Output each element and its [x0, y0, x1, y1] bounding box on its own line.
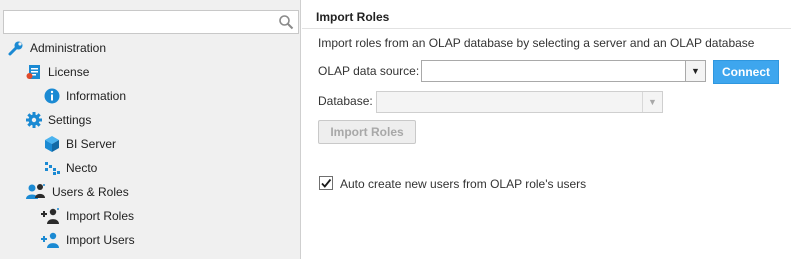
gear-icon: [25, 111, 43, 129]
import-roles-panel: Import Roles Import roles from an OLAP d…: [302, 0, 791, 259]
connect-button[interactable]: Connect: [713, 60, 779, 84]
olap-source-value[interactable]: [422, 61, 683, 81]
page-description: Import roles from an OLAP database by se…: [318, 36, 755, 50]
page-title: Import Roles: [316, 10, 390, 24]
nav-item-label: License: [48, 65, 90, 79]
auto-create-checkbox[interactable]: [319, 176, 333, 190]
import-roles-icon: [41, 207, 61, 225]
nav-item-bi-server[interactable]: BI Server: [43, 132, 116, 156]
chevron-down-icon[interactable]: ▼: [685, 61, 705, 81]
nav-item-label: Import Users: [66, 233, 135, 247]
search-icon[interactable]: [278, 14, 294, 30]
search-input[interactable]: [4, 11, 274, 33]
navigation-panel: Administration License Information Setti…: [0, 0, 301, 259]
database-value[interactable]: [377, 92, 640, 112]
auto-create-label[interactable]: Auto create new users from OLAP role's u…: [340, 177, 586, 191]
nav-item-necto[interactable]: Necto: [43, 156, 97, 180]
olap-source-combobox[interactable]: ▼: [421, 60, 706, 82]
nav-item-label: Information: [66, 89, 127, 103]
import-users-icon: [41, 231, 61, 249]
nav-item-users-roles[interactable]: Users & Roles: [25, 180, 129, 204]
database-label: Database:: [318, 94, 373, 108]
cube-icon: [43, 135, 61, 153]
wrench-icon: [7, 39, 25, 57]
nav-item-information[interactable]: Information: [43, 84, 126, 108]
checkmark-icon: [321, 178, 332, 188]
users-icon: [25, 183, 47, 201]
nav-item-administration[interactable]: Administration: [7, 36, 106, 60]
nav-item-label: Users & Roles: [52, 185, 129, 199]
nav-item-label: Administration: [30, 41, 107, 55]
nav-item-import-users[interactable]: Import Users: [41, 228, 135, 252]
import-roles-button[interactable]: Import Roles: [318, 120, 416, 144]
nav-item-label: Necto: [66, 161, 98, 175]
nav-item-label: Settings: [48, 113, 92, 127]
title-divider: [302, 28, 791, 29]
nav-item-label: Import Roles: [66, 209, 135, 223]
nav-item-label: BI Server: [66, 137, 117, 151]
nav-item-import-roles[interactable]: Import Roles: [41, 204, 134, 228]
database-combobox[interactable]: ▼: [376, 91, 663, 113]
nav-item-license[interactable]: License: [25, 60, 89, 84]
olap-source-label: OLAP data source:: [318, 64, 420, 78]
necto-icon: [43, 159, 61, 177]
chevron-down-icon[interactable]: ▼: [642, 92, 662, 112]
license-icon: [25, 63, 43, 81]
search-box: [3, 10, 299, 34]
info-icon: [43, 87, 61, 105]
nav-item-settings[interactable]: Settings: [25, 108, 91, 132]
